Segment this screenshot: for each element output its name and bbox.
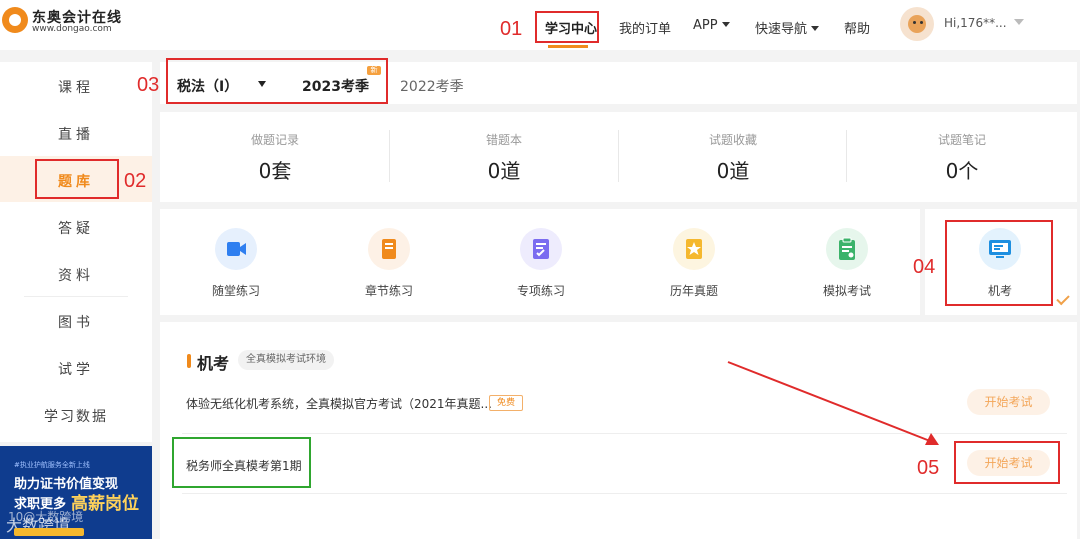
annotation-arrow bbox=[727, 361, 939, 445]
